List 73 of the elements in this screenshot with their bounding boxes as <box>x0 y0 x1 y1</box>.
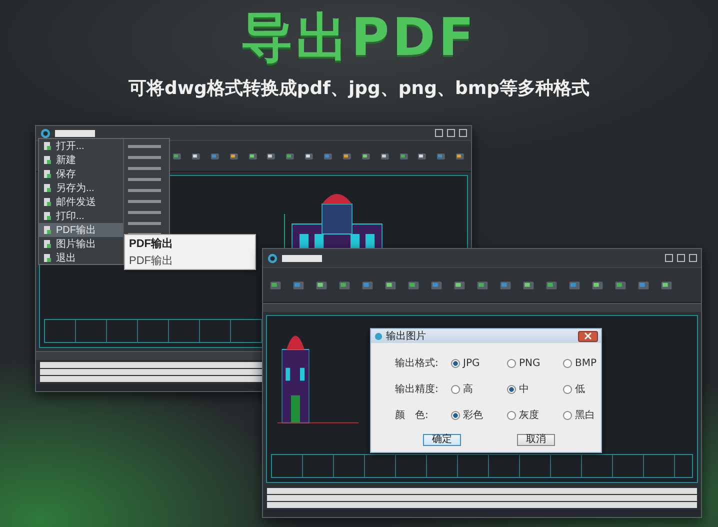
tool-icon[interactable] <box>430 278 443 292</box>
tool-icon[interactable] <box>522 278 535 292</box>
dialog-title: 输出图片 <box>386 330 426 343</box>
window-controls-icon[interactable] <box>665 254 697 262</box>
radio-button[interactable] <box>507 358 516 368</box>
tool-icon[interactable] <box>476 278 489 292</box>
close-button[interactable] <box>578 330 598 342</box>
tool-icon[interactable] <box>499 278 512 292</box>
radio-label: 彩色 <box>463 409 483 422</box>
tool-icon[interactable] <box>269 278 282 292</box>
tool-icon[interactable] <box>591 278 604 292</box>
radio-label: 高 <box>463 382 473 396</box>
radio-label: JPG <box>463 358 480 368</box>
tool-icon[interactable] <box>361 278 374 292</box>
radio-label: 灰度 <box>519 408 539 422</box>
radio-button[interactable] <box>563 384 572 394</box>
tool-icon[interactable] <box>315 278 328 292</box>
radio-button[interactable] <box>451 410 460 420</box>
logo-icon <box>374 332 383 340</box>
tool-icon[interactable] <box>292 278 305 292</box>
document-icon <box>42 169 52 179</box>
menu-item[interactable]: 打开... <box>39 139 123 153</box>
radio-button[interactable] <box>563 358 572 368</box>
logo-icon[interactable] <box>267 252 278 264</box>
tool-icon[interactable] <box>545 278 558 292</box>
document-icon <box>42 253 52 263</box>
option-label: 颜 色: <box>395 408 430 422</box>
quick-access-field[interactable] <box>282 254 322 262</box>
close-icon <box>584 332 592 340</box>
radio-label: PNG <box>519 358 540 368</box>
tool-icon[interactable] <box>614 278 627 292</box>
tool-icon[interactable] <box>637 278 650 292</box>
document-icon <box>42 211 52 221</box>
document-icon <box>42 183 52 193</box>
radio-button[interactable] <box>451 358 460 368</box>
option-label: 输出精度: <box>395 382 440 396</box>
menu-item[interactable]: 退出 <box>39 251 123 265</box>
tool-icon[interactable] <box>568 278 581 292</box>
tool-icon[interactable] <box>660 278 673 292</box>
submenu-item[interactable]: PDF输出 <box>125 252 255 269</box>
submenu-item[interactable]: PDF输出 <box>125 235 255 252</box>
quick-access-field[interactable] <box>55 130 95 136</box>
menu-item[interactable]: 图片输出 <box>39 237 123 251</box>
document-icon <box>42 239 52 249</box>
radio-label: 黑白 <box>575 409 595 422</box>
dialog-button[interactable]: 取消 <box>517 434 555 446</box>
document-icon <box>42 141 52 151</box>
hero-title: 导出PDF <box>241 7 477 70</box>
menu-item[interactable]: 邮件发送 <box>39 195 123 209</box>
radio-label: 中 <box>519 382 529 396</box>
window-controls-icon[interactable] <box>435 129 467 137</box>
radio-label: 低 <box>575 383 585 396</box>
radio-button[interactable] <box>507 384 516 394</box>
menu-item[interactable]: 新建 <box>39 153 123 167</box>
radio-label: BMP <box>575 358 597 368</box>
tool-icon[interactable] <box>384 278 397 292</box>
document-icon <box>42 225 52 235</box>
option-label: 输出格式: <box>395 356 440 370</box>
menu-item[interactable]: 保存 <box>39 167 123 181</box>
menu-item[interactable]: 另存为... <box>39 181 123 195</box>
menu-item[interactable]: PDF输出 <box>39 223 123 237</box>
radio-button[interactable] <box>507 410 516 420</box>
dialog-button[interactable]: 确定 <box>423 434 461 446</box>
document-icon <box>42 197 52 207</box>
tool-icon[interactable] <box>407 278 420 292</box>
logo-icon[interactable] <box>40 128 51 138</box>
radio-button[interactable] <box>451 384 460 394</box>
tool-icon[interactable] <box>453 278 466 292</box>
tool-icon[interactable] <box>338 278 351 292</box>
menu-item[interactable]: 打印... <box>39 209 123 223</box>
hero-subtitle: 可将dwg格式转换成pdf、jpg、png、bmp等多种格式 <box>128 77 590 100</box>
radio-button[interactable] <box>563 410 572 420</box>
document-icon <box>42 155 52 165</box>
